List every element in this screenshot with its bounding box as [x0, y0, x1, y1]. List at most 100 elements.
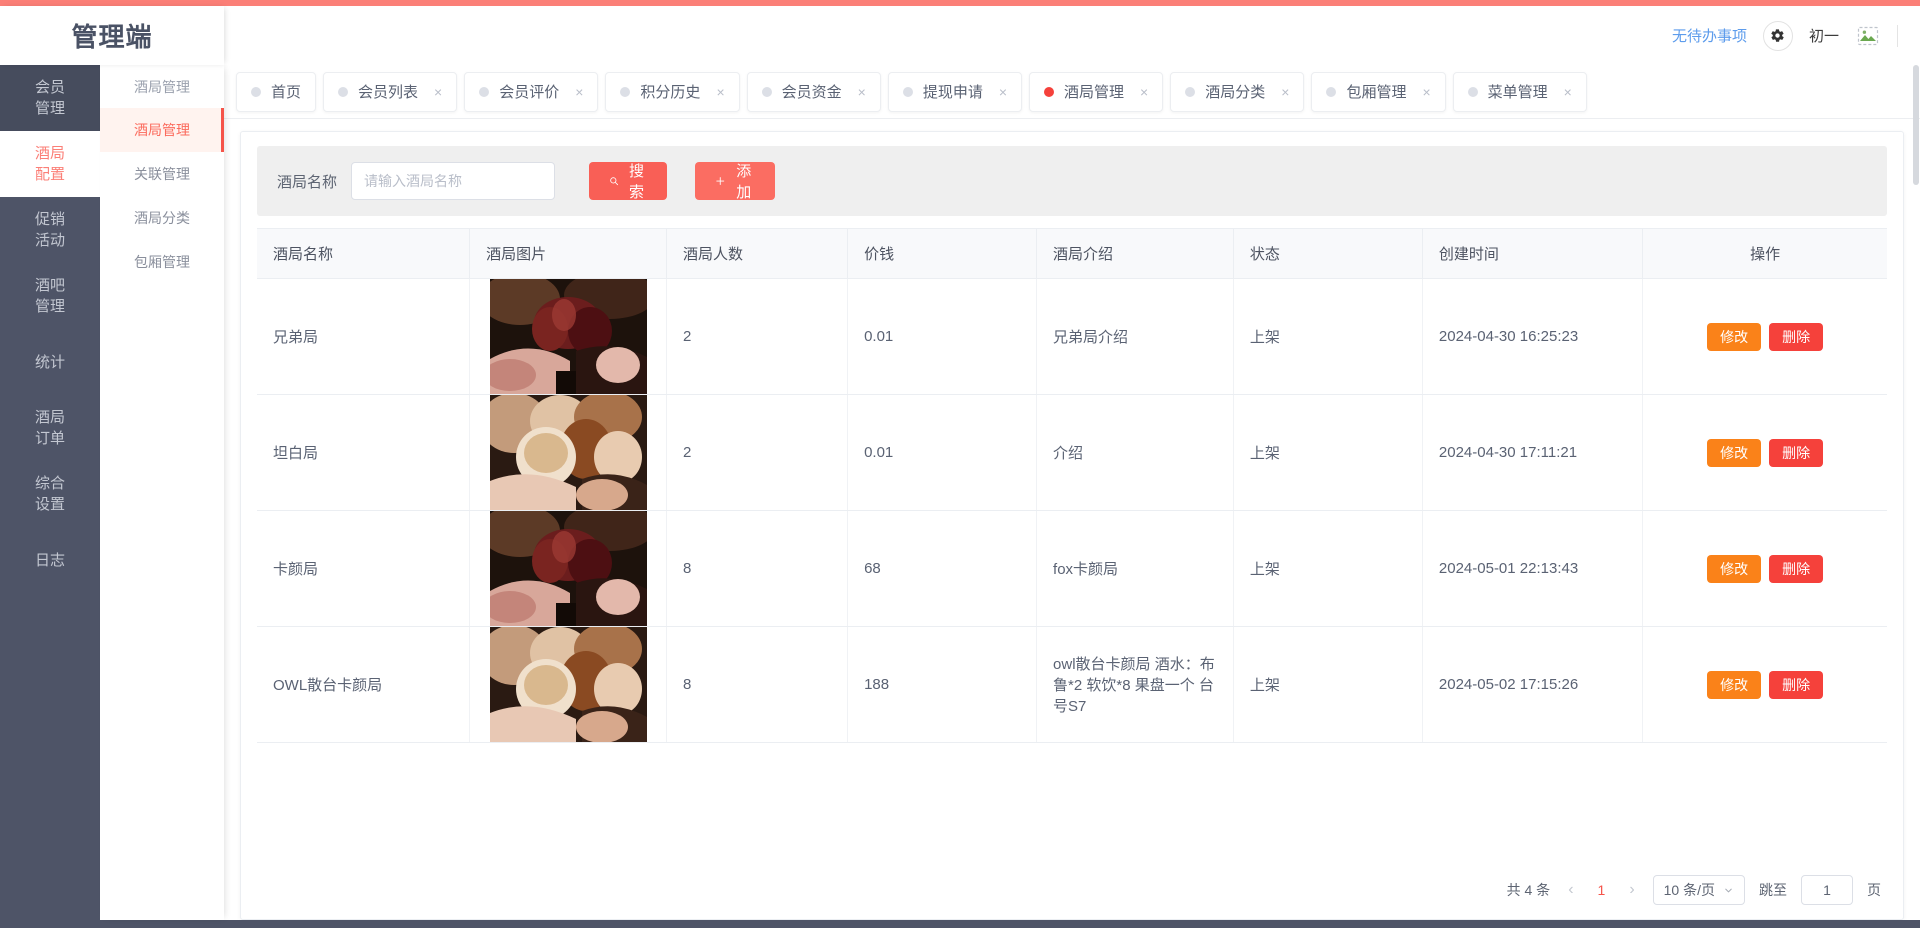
tab-3[interactable]: 积分历史 ×	[605, 71, 740, 112]
sidebar-item-1[interactable]: 酒局 配置	[0, 131, 100, 197]
delete-button[interactable]: 删除	[1769, 554, 1824, 583]
column-header-1: 酒局图片	[469, 228, 667, 279]
column-header-6: 创建时间	[1421, 228, 1643, 279]
column-header-4: 酒局介绍	[1036, 228, 1234, 279]
delete-button[interactable]: 删除	[1769, 670, 1824, 699]
add-button[interactable]: 添加	[695, 162, 776, 201]
sidebar-item-4[interactable]: 统计	[0, 329, 100, 395]
submenu-item-label: 酒局管理	[134, 122, 190, 138]
column-header-7: 操作	[1642, 228, 1887, 279]
tab-close-icon[interactable]: ×	[999, 84, 1007, 100]
tab-5[interactable]: 提现申请 ×	[887, 71, 1023, 112]
column-header-0: 酒局名称	[257, 228, 470, 279]
tab-label: 酒局分类	[1205, 84, 1266, 101]
tab-close-icon[interactable]: ×	[1281, 84, 1289, 100]
sidebar-item-7[interactable]: 日志	[0, 527, 100, 593]
pagination-page-1[interactable]: 1	[1592, 882, 1612, 898]
sidebar-item-6[interactable]: 综合 设置	[0, 461, 100, 527]
table-header-row: 酒局名称 酒局图片 酒局人数 价钱 酒局介绍 状态 创建时间 操作	[257, 228, 1887, 279]
submenu-item-3[interactable]: 包厢管理	[100, 240, 224, 284]
cell-image	[469, 510, 667, 627]
main-area: 首页 会员列表 × 会员评价 × 积分历史 × 会员资金 × 提现申请 × 酒局管理 × 酒局分类 × 包厢管…	[224, 65, 1920, 920]
cell-status: 上架	[1232, 278, 1423, 395]
sidebar-item-0[interactable]: 会员 管理	[0, 65, 100, 131]
edit-button[interactable]: 修改	[1707, 554, 1762, 583]
tab-2[interactable]: 会员评价 ×	[464, 71, 599, 112]
page-size-select[interactable]: 10 条/页	[1652, 875, 1745, 905]
submenu-item-1[interactable]: 关联管理	[100, 152, 224, 196]
page-scrollbar[interactable]	[1912, 65, 1920, 928]
cell-intro: 兄弟局介绍	[1036, 278, 1234, 395]
tab-7[interactable]: 酒局分类 ×	[1170, 71, 1305, 112]
tab-close-icon[interactable]: ×	[575, 84, 583, 100]
sidebar-item-label-2: 订单	[34, 430, 65, 447]
tab-status-dot-icon	[1467, 86, 1478, 97]
sidebar-item-label: 统计	[34, 353, 65, 371]
party-thumbnail-image[interactable]	[489, 279, 647, 394]
table-row: 坦白局 2 0.01 介绍 上架 2024-04-30 17:11:21 修改 删除	[257, 394, 1887, 511]
pagination-prev[interactable]: ‹	[1564, 881, 1577, 899]
cell-created: 2024-04-30 16:25:23	[1421, 278, 1643, 395]
party-thumbnail-image[interactable]	[489, 627, 647, 742]
party-thumbnail-image[interactable]	[489, 511, 647, 626]
tab-close-icon[interactable]: ×	[858, 84, 866, 100]
sidebar-item-label: 综合	[34, 475, 65, 492]
search-input[interactable]	[351, 162, 556, 200]
edit-button[interactable]: 修改	[1707, 438, 1762, 467]
sidebar-item-label-2: 管理	[34, 100, 65, 117]
cell-people: 8	[665, 626, 848, 743]
edit-button[interactable]: 修改	[1707, 670, 1762, 699]
tab-status-dot-icon	[1185, 86, 1196, 97]
pagination-next[interactable]: ›	[1625, 881, 1638, 899]
sidebar-item-2[interactable]: 促销 活动	[0, 197, 100, 263]
tab-0[interactable]: 首页	[236, 71, 317, 112]
tab-label: 会员评价	[499, 84, 560, 101]
add-button-label: 添加	[736, 163, 752, 201]
settings-button[interactable]	[1762, 20, 1793, 51]
filter-bar: 酒局名称 搜索	[257, 146, 1887, 216]
sidebar-item-label-2: 活动	[34, 232, 65, 249]
submenu-item-label: 包厢管理	[134, 254, 190, 270]
tab-6[interactable]: 酒局管理 ×	[1029, 71, 1164, 112]
table-row: OWL散台卡颜局 8 188 owl散台卡颜局 酒水：布鲁*2 软饮*8 果盘一个 台…	[257, 626, 1887, 743]
sidebar-item-5[interactable]: 酒局 订单	[0, 395, 100, 461]
tab-bar: 首页 会员列表 × 会员评价 × 积分历史 × 会员资金 × 提现申请 × 酒局管理 × 酒局分类 × 包厢管…	[224, 65, 1920, 119]
submenu-item-2[interactable]: 酒局分类	[100, 196, 224, 240]
avatar[interactable]	[1855, 23, 1881, 49]
footer-strip	[0, 920, 1920, 928]
tab-4[interactable]: 会员资金 ×	[746, 71, 881, 112]
sidebar-item-3[interactable]: 酒吧 管理	[0, 263, 100, 329]
sidebar-item-label-2: 配置	[34, 166, 65, 183]
tab-close-icon[interactable]: ×	[716, 84, 724, 100]
tab-1[interactable]: 会员列表 ×	[323, 71, 458, 112]
tab-8[interactable]: 包厢管理 ×	[1311, 71, 1446, 112]
sidebar-item-label-2: 设置	[34, 496, 65, 513]
jump-page-input[interactable]	[1801, 875, 1853, 905]
cell-price: 0.01	[847, 394, 1037, 511]
column-header-3: 价钱	[847, 228, 1037, 279]
tab-9[interactable]: 菜单管理 ×	[1452, 71, 1587, 112]
tab-close-icon[interactable]: ×	[434, 84, 442, 100]
tab-close-icon[interactable]: ×	[1564, 84, 1572, 100]
delete-button[interactable]: 删除	[1769, 438, 1824, 467]
admin-app: 管理端 无待办事项 初一 会员 管理 酒局 配置 促销 活动 酒吧 管理 统计 酒局 订单 综合设	[0, 0, 1920, 928]
edit-button[interactable]: 修改	[1707, 322, 1762, 351]
table-body: 兄弟局 2 0.01 兄弟局介绍 上架 2024-04-30 16:25:23 修改 删除 坦白…	[257, 278, 1887, 743]
tab-label: 提现申请	[922, 84, 983, 101]
delete-button[interactable]: 删除	[1769, 322, 1824, 351]
tab-close-icon[interactable]: ×	[1140, 84, 1148, 100]
page-unit-label: 页	[1867, 882, 1881, 898]
cell-people: 2	[665, 278, 848, 395]
tab-label: 会员资金	[781, 84, 842, 101]
submenu-item-0[interactable]: 酒局管理	[100, 108, 224, 152]
party-thumbnail-image[interactable]	[489, 395, 647, 510]
primary-sidebar: 会员 管理 酒局 配置 促销 活动 酒吧 管理统计酒局 订单综合设置日志	[0, 65, 100, 920]
tab-close-icon[interactable]: ×	[1422, 84, 1430, 100]
app-logo-title: 管理端	[71, 22, 153, 52]
cell-created: 2024-04-30 17:11:21	[1421, 394, 1643, 511]
jump-label: 跳至	[1759, 882, 1787, 898]
todo-link[interactable]: 无待办事项	[1672, 25, 1747, 46]
search-button[interactable]: 搜索	[589, 162, 668, 201]
plus-icon	[716, 177, 725, 185]
scrollbar-thumb[interactable]	[1913, 65, 1919, 185]
